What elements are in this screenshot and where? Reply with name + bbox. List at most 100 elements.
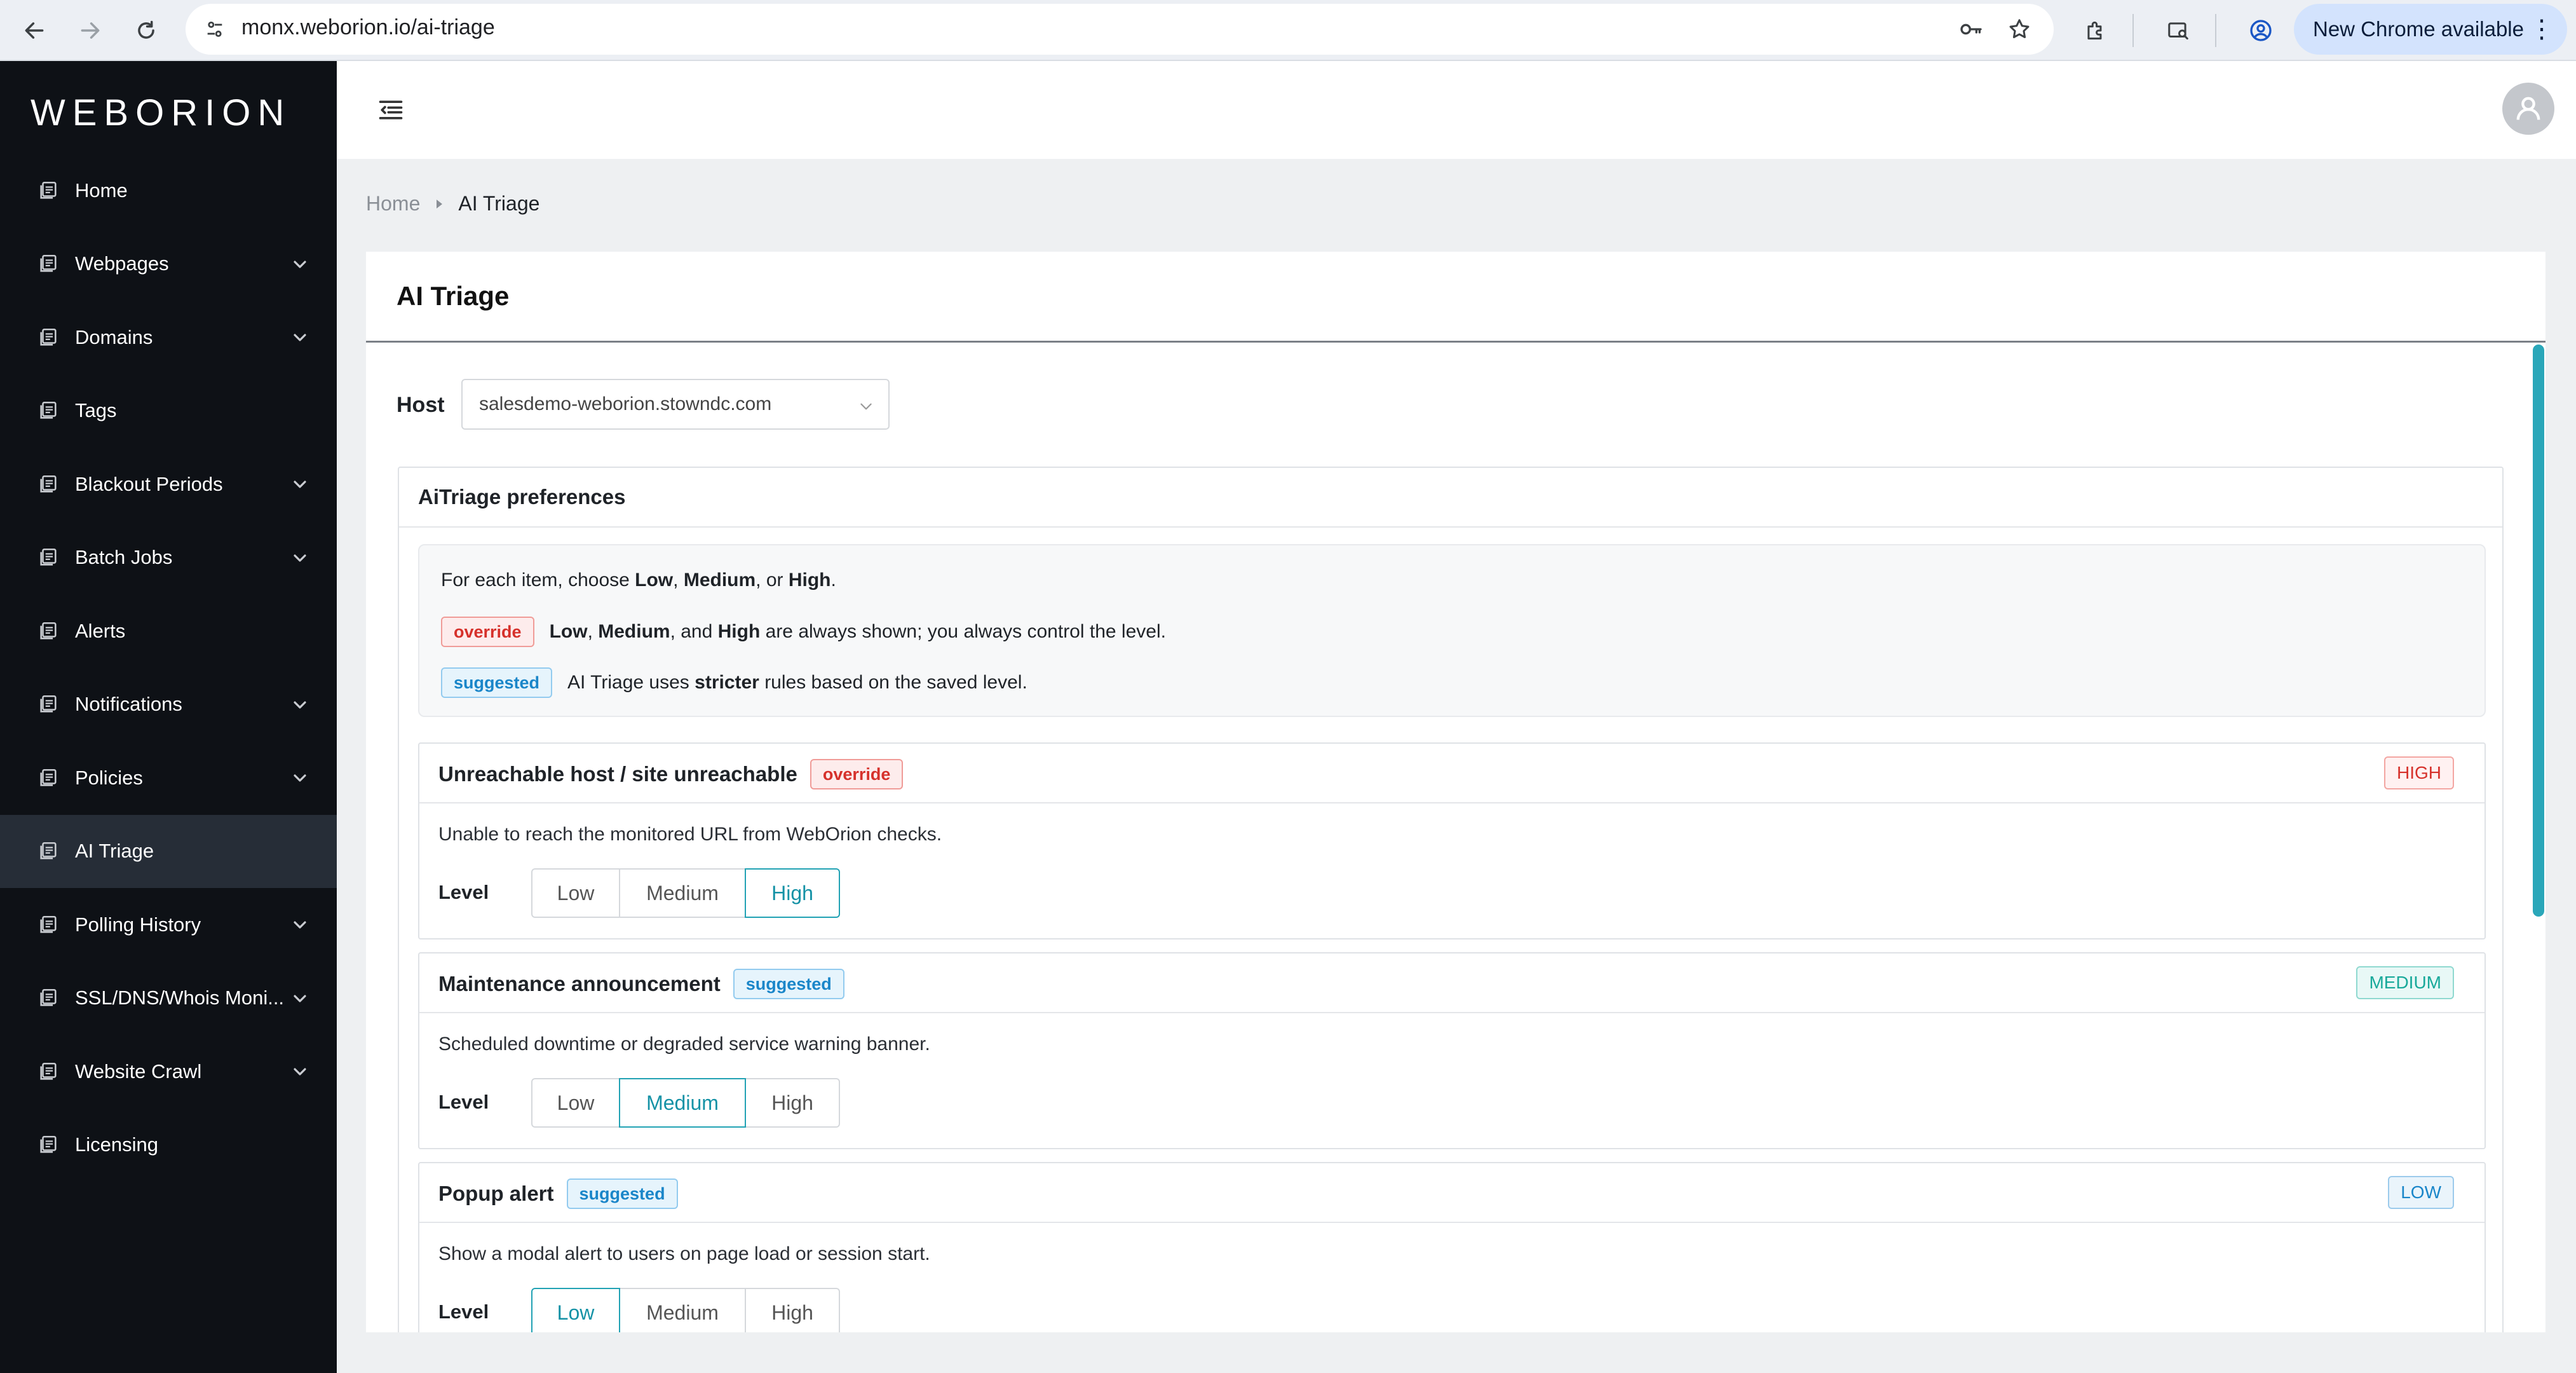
rule-maintenance-announcement: Maintenance announcement suggested MEDIUM S… (418, 952, 2486, 1149)
page-icon (37, 1060, 60, 1083)
user-avatar[interactable] (2502, 83, 2554, 135)
breadcrumb-current: AI Triage (458, 192, 540, 215)
key-icon (1958, 17, 1984, 42)
url-text: monx.weborion.io/ai-triage (241, 15, 495, 39)
sidebar-item-label: Batch Jobs (75, 546, 173, 569)
chevron-down-icon (290, 327, 310, 348)
sidebar-item-ssl-dns-whois-moni[interactable]: SSL/DNS/Whois Moni... (0, 962, 337, 1035)
sidebar-nav: Home Webpages Domains Tags Blackout Periods B… (0, 154, 337, 1182)
level-high-button[interactable]: High (745, 1078, 840, 1128)
sidebar-item-label: Webpages (75, 252, 169, 275)
rule-unreachable-host-site-unreachable: Unreachable host / site unreachable overr… (418, 742, 2486, 939)
page-icon (37, 620, 60, 643)
tab-search-icon (2166, 18, 2190, 43)
level-medium-button[interactable]: Medium (619, 1078, 746, 1128)
ai-triage-card: AI Triage Host salesdemo-weborion.stownd… (366, 252, 2545, 1332)
sidebar-item-label: Tags (75, 399, 117, 422)
toggle-sidebar-button[interactable] (370, 89, 412, 131)
address-bar[interactable]: monx.weborion.io/ai-triage (186, 4, 2054, 55)
rule-description: Unable to reach the monitored URL from W… (438, 824, 942, 845)
level-low-button[interactable]: Low (531, 868, 620, 918)
caret-right-icon (433, 198, 445, 210)
sidebar-item-label: Home (75, 179, 128, 202)
page-icon (37, 693, 60, 716)
suggested-badge: suggested (441, 667, 553, 698)
host-label: Host (397, 393, 445, 417)
puzzle-icon (2084, 18, 2108, 43)
new-chrome-available-button[interactable]: New Chrome available ⋮ (2294, 4, 2567, 55)
info-intro: For each item, choose Low, Medium, or Hi… (441, 570, 836, 591)
level-badge: LOW (2388, 1176, 2454, 1209)
menu-collapse-icon (377, 96, 405, 124)
info-suggested-text: AI Triage uses stricter rules based on t… (567, 672, 1027, 693)
preferences-panel: AiTriage preferences For each item, choo… (398, 467, 2504, 1332)
sidebar-item-batch-jobs[interactable]: Batch Jobs (0, 521, 337, 595)
page-icon (37, 1133, 60, 1156)
preferences-title: AiTriage preferences (399, 468, 2502, 528)
sidebar-item-label: AI Triage (75, 840, 154, 863)
sidebar-item-policies[interactable]: Policies (0, 741, 337, 815)
more-vert-icon: ⋮ (2529, 15, 2554, 43)
host-select[interactable]: salesdemo-weborion.stowndc.com (461, 379, 890, 430)
level-badge: HIGH (2384, 756, 2454, 789)
sidebar-item-polling-history[interactable]: Polling History (0, 888, 337, 962)
breadcrumb: Home AI Triage (366, 192, 539, 215)
sidebar-item-home[interactable]: Home (0, 154, 337, 228)
level-medium-button[interactable]: Medium (619, 868, 746, 918)
suggested-badge: suggested (733, 969, 844, 999)
level-low-button[interactable]: Low (531, 1288, 620, 1332)
sidebar-item-label: SSL/DNS/Whois Moni... (75, 987, 285, 1009)
page-icon (37, 840, 60, 863)
chevron-down-icon (290, 768, 310, 788)
sidebar-item-licensing[interactable]: Licensing (0, 1109, 337, 1182)
chevron-down-icon (290, 474, 310, 495)
sidebar-item-website-crawl[interactable]: Website Crawl (0, 1035, 337, 1109)
sidebar-item-alerts[interactable]: Alerts (0, 594, 337, 668)
rule-title-row: Popup alert suggested (438, 1178, 678, 1209)
rule-description: Scheduled downtime or degraded service w… (438, 1034, 930, 1055)
sidebar-item-domains[interactable]: Domains (0, 301, 337, 374)
extensions-button[interactable] (2074, 9, 2117, 52)
scrollbar-thumb[interactable] (2533, 345, 2544, 917)
star-icon (2007, 17, 2031, 41)
sidebar-item-blackout-periods[interactable]: Blackout Periods (0, 447, 337, 521)
password-button[interactable] (1952, 10, 1990, 48)
sidebar-item-label: Policies (75, 766, 143, 789)
chevron-down-icon (290, 695, 310, 715)
tab-search-button[interactable] (2157, 9, 2200, 52)
page-icon (37, 252, 60, 275)
reload-button[interactable] (125, 9, 168, 52)
level-high-button[interactable]: High (745, 1288, 840, 1332)
sidebar-item-label: Alerts (75, 619, 126, 642)
chevron-down-icon (290, 254, 310, 275)
rule-description: Show a modal alert to users on page load… (438, 1243, 930, 1264)
rule-title-row: Maintenance announcement suggested (438, 969, 844, 999)
profile-button[interactable] (2239, 9, 2282, 52)
back-button[interactable] (13, 9, 56, 52)
browser-toolbar: monx.weborion.io/ai-triage New Chrome av… (0, 0, 2576, 61)
user-icon (2512, 92, 2545, 125)
tune-icon (204, 18, 226, 40)
breadcrumb-home[interactable]: Home (366, 192, 420, 215)
page-icon (37, 473, 60, 496)
level-low-button[interactable]: Low (531, 1078, 620, 1128)
rule-title-row: Unreachable host / site unreachable overr… (438, 759, 904, 789)
level-segmented-control: Low Medium High (531, 868, 840, 918)
level-high-button[interactable]: High (745, 868, 840, 918)
page-icon (37, 913, 60, 936)
top-header (337, 61, 2576, 159)
sidebar-item-ai-triage[interactable]: AI Triage (0, 814, 337, 888)
sidebar-item-label: Polling History (75, 913, 201, 936)
sidebar-item-tags[interactable]: Tags (0, 374, 337, 448)
level-badge: MEDIUM (2356, 966, 2454, 999)
sidebar-item-notifications[interactable]: Notifications (0, 668, 337, 742)
forward-button[interactable] (69, 9, 112, 52)
chevron-down-icon (290, 548, 310, 568)
site-info-button[interactable] (196, 10, 234, 48)
reload-icon (134, 18, 158, 43)
sidebar-item-webpages[interactable]: Webpages (0, 228, 337, 301)
level-medium-button[interactable]: Medium (619, 1288, 746, 1332)
level-segmented-control: Low Medium High (531, 1078, 840, 1128)
bookmark-button[interactable] (2000, 10, 2038, 48)
rule-title: Unreachable host / site unreachable (438, 762, 797, 786)
